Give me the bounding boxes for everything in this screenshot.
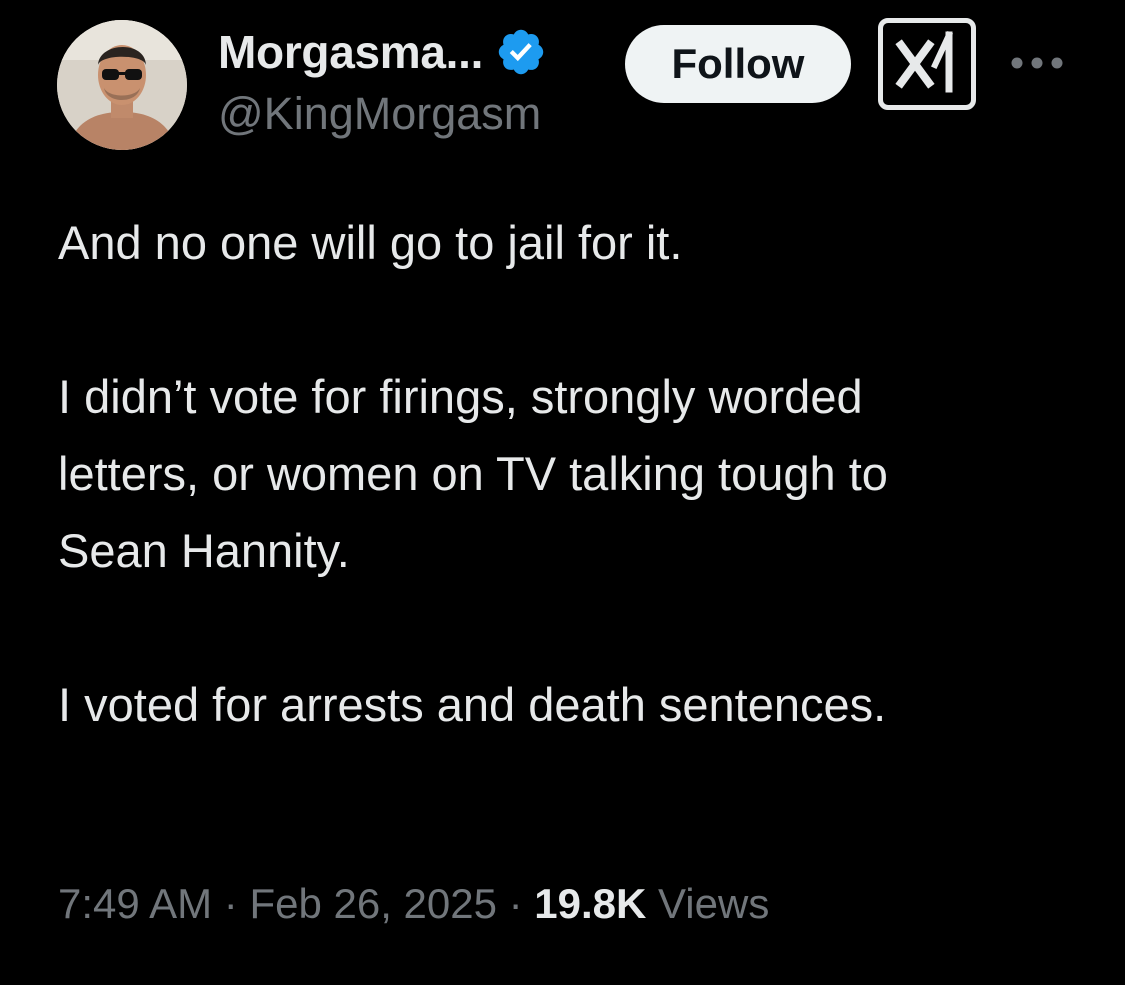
verified-badge-icon[interactable] xyxy=(495,26,547,78)
author-handle[interactable]: @KingMorgasm xyxy=(218,88,541,140)
meta-separator: · xyxy=(212,880,250,927)
tweet-paragraph: I voted for arrests and death sentences. xyxy=(58,678,887,731)
meta-separator: · xyxy=(496,880,535,927)
author-display-name[interactable]: Morgasma... xyxy=(218,25,483,79)
avatar-image xyxy=(57,20,187,150)
grok-icon[interactable] xyxy=(878,18,976,110)
follow-button[interactable]: Follow xyxy=(625,25,851,103)
views-count: 19.8K xyxy=(534,880,647,927)
tweet-paragraph: I didn’t vote for firings, strongly word… xyxy=(58,370,888,577)
tweet-meta: 7:49 AM · Feb 26, 2025 · 19.8K Views xyxy=(58,880,769,928)
tweet-text: And no one will go to jail for it. I did… xyxy=(58,204,938,743)
tweet-date[interactable]: Feb 26, 2025 xyxy=(249,880,497,927)
views-label: Views xyxy=(658,880,770,927)
more-horizontal-icon[interactable] xyxy=(1008,48,1066,78)
avatar[interactable] xyxy=(57,20,187,150)
author-name-row[interactable]: Morgasma... xyxy=(218,24,547,80)
tweet-paragraph: And no one will go to jail for it. xyxy=(58,216,683,269)
tweet-time[interactable]: 7:49 AM xyxy=(58,880,212,927)
